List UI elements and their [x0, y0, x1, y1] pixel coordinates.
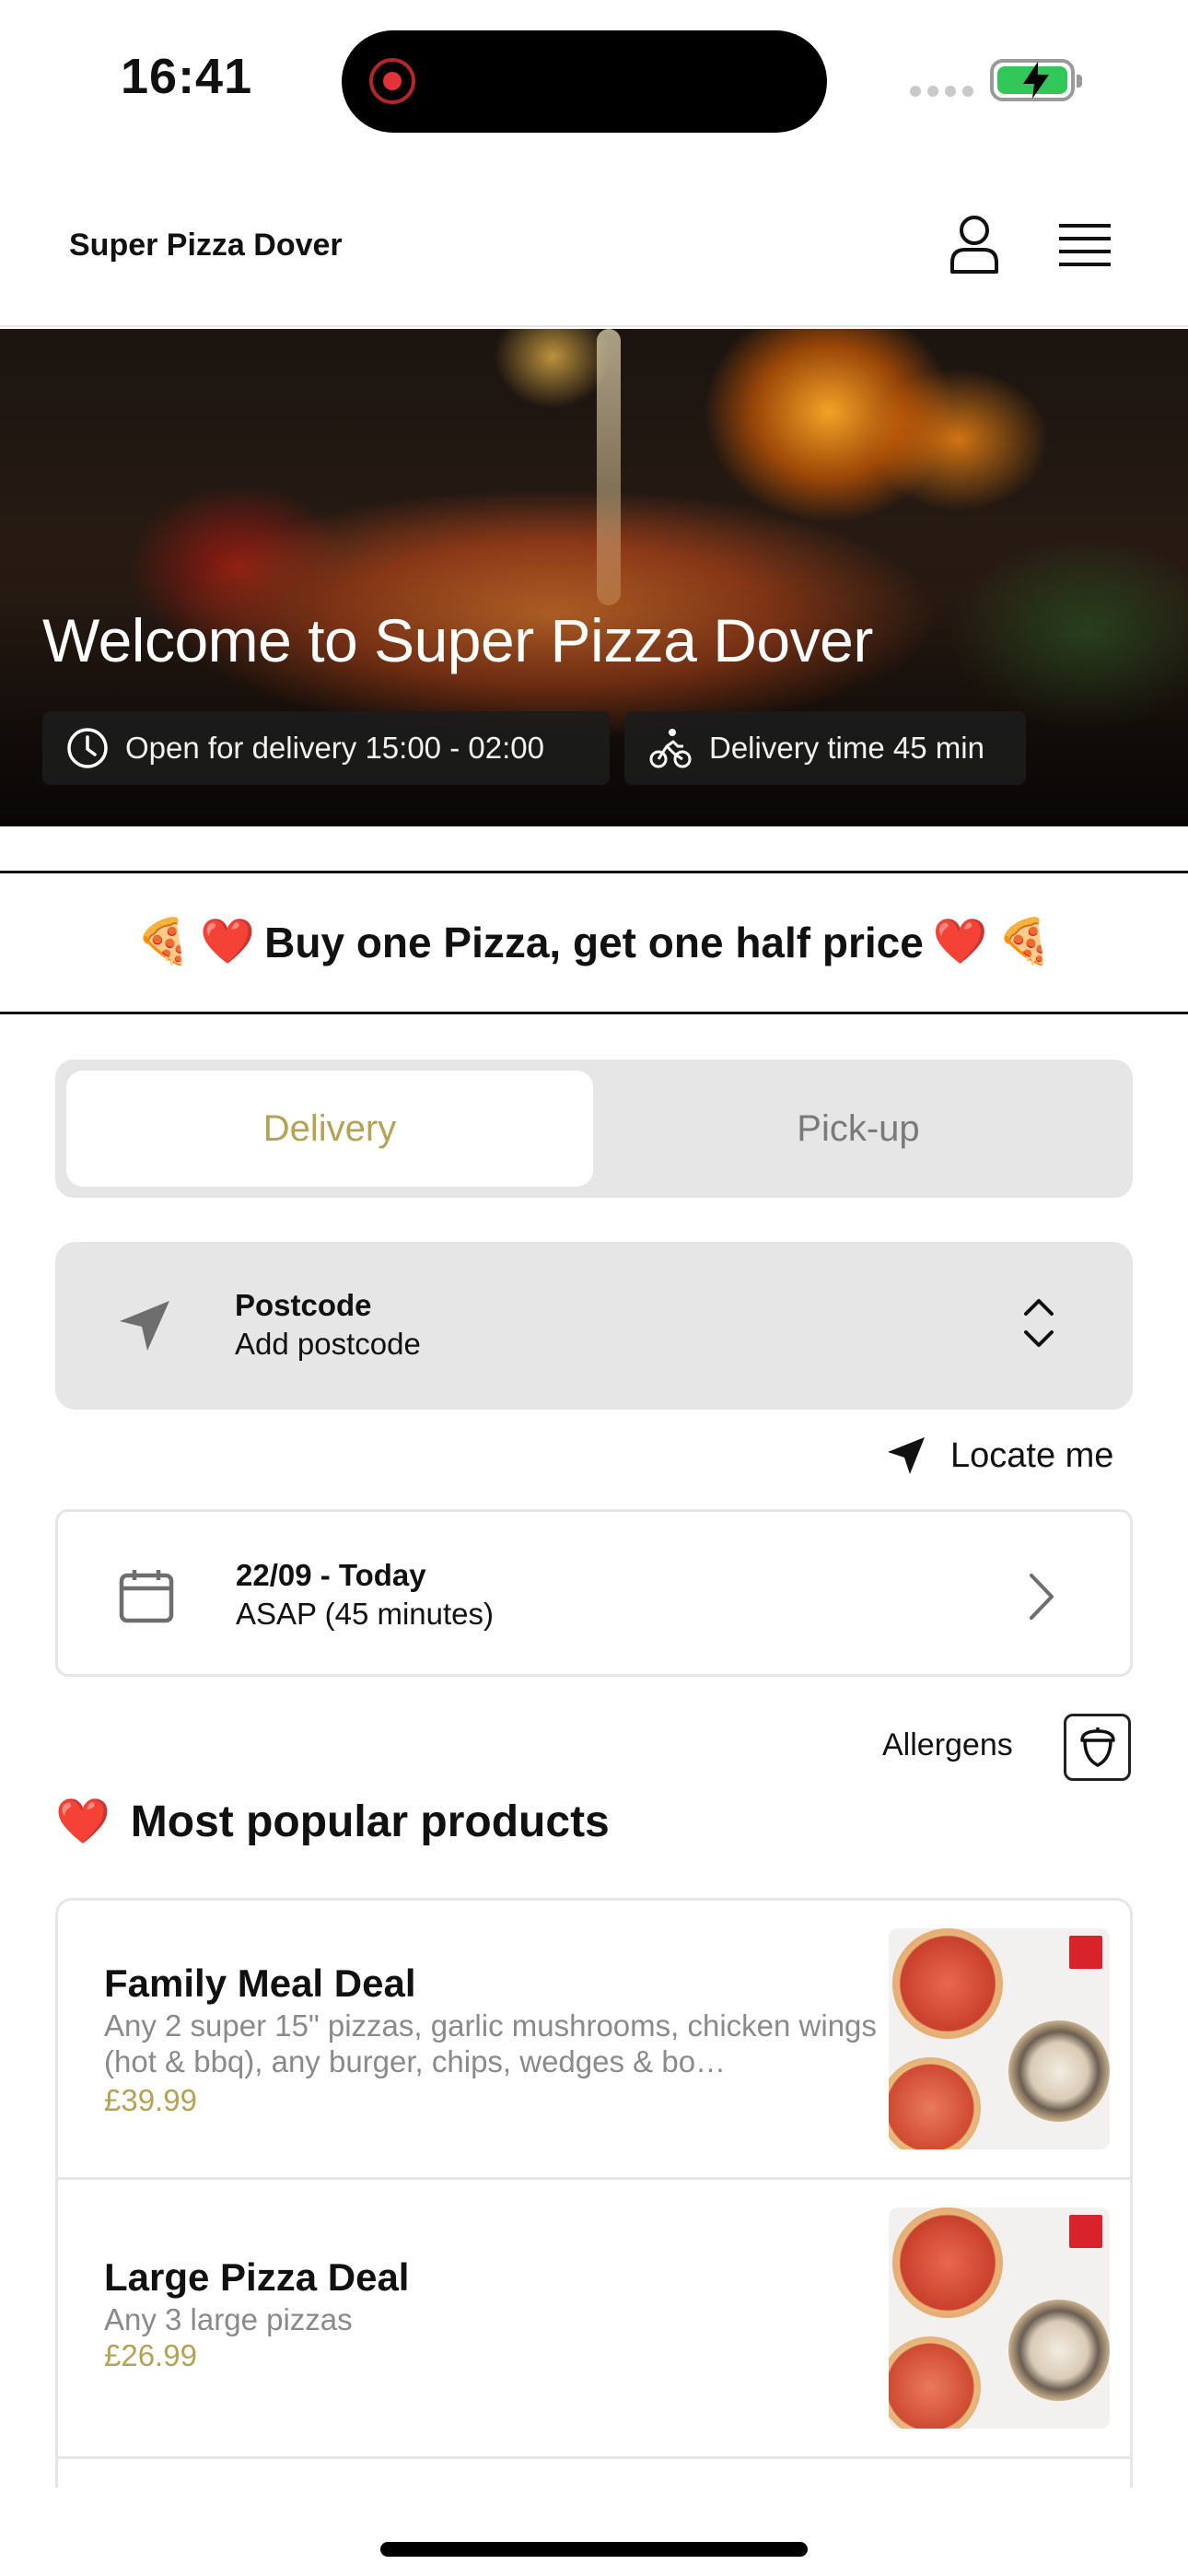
pickup-tab[interactable]: Pick-up [595, 1071, 1122, 1187]
delivery-time-text: Delivery time 45 min [709, 731, 984, 765]
allergens-label: Allergens [882, 1727, 1013, 1762]
bike-icon [649, 729, 692, 768]
product-price: £39.99 [104, 2083, 197, 2117]
home-indicator[interactable] [380, 2542, 808, 2557]
signal-icon [910, 86, 973, 97]
opening-hours-text: Open for delivery 15:00 - 02:00 [125, 731, 544, 765]
schedule-time: ASAP (45 minutes) [236, 1597, 495, 1631]
account-button[interactable] [949, 215, 1000, 275]
postcode-selector[interactable]: Postcode Add postcode [55, 1242, 1133, 1410]
user-icon [950, 216, 998, 274]
chevron-right-icon [1030, 1574, 1054, 1620]
chevron-up-down-icon [1024, 1299, 1054, 1347]
hero-banner: Welcome to Super Pizza Dover Open for de… [0, 329, 1188, 826]
promo-banner: 🍕 ❤️ Buy one Pizza, get one half price ❤… [0, 871, 1188, 1014]
order-mode-toggle: Delivery Pick-up [55, 1060, 1133, 1198]
acorn-icon [1079, 1727, 1115, 1767]
brand-badge [1069, 1936, 1102, 1969]
screen-recording-icon [369, 58, 415, 104]
product-card[interactable]: Large Pizza Deal Any 3 large pizzas £26.… [58, 2180, 1130, 2459]
opening-hours-chip: Open for delivery 15:00 - 02:00 [42, 711, 610, 785]
battery-icon [990, 59, 1082, 101]
product-name: Large Pizza Deal [104, 2255, 410, 2299]
delivery-tab[interactable]: Delivery [66, 1071, 593, 1187]
allergens-button[interactable] [1064, 1714, 1131, 1781]
brand-badge [1069, 2215, 1102, 2248]
location-arrow-icon [888, 1437, 925, 1474]
status-time: 16:41 [121, 49, 253, 104]
schedule-date: 22/09 - Today [236, 1558, 426, 1592]
product-name: Family Meal Deal [104, 1961, 416, 2005]
locate-me-button[interactable]: Locate me [886, 1435, 1113, 1476]
product-price: £26.99 [104, 2338, 197, 2372]
schedule-selector[interactable]: 22/09 - Today ASAP (45 minutes) [55, 1509, 1133, 1677]
clock-icon [67, 728, 108, 768]
promo-text: Buy one Pizza, get one half price [264, 919, 924, 966]
pizza-icon: 🍕 [996, 918, 1053, 966]
postcode-label: Postcode [235, 1288, 372, 1322]
app-header: Super Pizza Dover [0, 170, 1188, 327]
product-description: Any 3 large pizzas [104, 2302, 353, 2336]
location-arrow-icon [120, 1301, 169, 1351]
hero-title: Welcome to Super Pizza Dover [42, 606, 873, 674]
dynamic-island [342, 30, 827, 133]
delivery-time-chip: Delivery time 45 min [624, 711, 1026, 785]
product-card[interactable]: Family Meal Deal Any 2 super 15" pizzas,… [58, 1901, 1130, 2180]
section-title-text: Most popular products [130, 1797, 610, 1846]
section-title: ❤️ Most popular products [55, 1797, 610, 1847]
product-description: Any 2 super 15" pizzas, garlic mushrooms… [104, 2008, 877, 2078]
heart-icon: ❤️ [932, 918, 988, 966]
locate-me-label: Locate me [950, 1435, 1114, 1475]
heart-icon: ❤️ [200, 918, 256, 966]
menu-button[interactable] [1057, 222, 1112, 268]
product-image [889, 2207, 1110, 2429]
heart-icon: ❤️ [55, 1797, 111, 1846]
brand-name[interactable]: Super Pizza Dover [69, 228, 343, 263]
product-image [889, 1928, 1110, 2149]
pizza-icon: 🍕 [135, 918, 192, 966]
postcode-field[interactable]: Add postcode [235, 1327, 421, 1362]
calendar-icon [119, 1570, 174, 1623]
product-list: Family Meal Deal Any 2 super 15" pizzas,… [55, 1898, 1133, 2488]
menu-icon [1059, 224, 1111, 266]
